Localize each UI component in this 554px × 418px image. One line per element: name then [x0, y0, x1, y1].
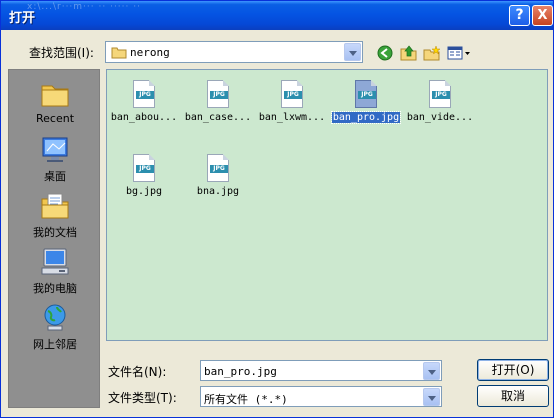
my-computer-icon	[39, 246, 71, 278]
places-bar: Recent 桌面 我的文档 我的电脑 网上邻居	[8, 69, 100, 408]
file-type-value: 所有文件 (*.*)	[204, 393, 288, 406]
help-button[interactable]: ?	[509, 5, 530, 26]
jpg-file-icon: JPG	[133, 80, 155, 108]
open-file-dialog: x:\...\r···m··· ·· ····· ·· 打开 ? X 查找范围(…	[0, 0, 554, 418]
desktop-icon	[39, 134, 71, 166]
place-my-computer[interactable]: 我的电脑	[9, 246, 101, 296]
jpg-file-icon: JPG	[281, 80, 303, 108]
jpg-file-icon: JPG	[207, 80, 229, 108]
file-item-selected[interactable]: JPG ban_pro.jpg	[329, 80, 403, 124]
file-name: bg.jpg	[125, 186, 163, 197]
chevron-down-icon[interactable]	[423, 362, 440, 380]
up-folder-icon[interactable]	[400, 45, 418, 61]
close-button[interactable]: X	[532, 5, 553, 26]
file-name-label: 文件名(N):	[108, 365, 167, 379]
file-type-dropdown[interactable]: 所有文件 (*.*)	[200, 386, 442, 407]
cancel-button[interactable]: 取消	[477, 385, 549, 407]
file-item[interactable]: JPG ban_abou...	[107, 80, 181, 123]
place-label: 桌面	[44, 170, 66, 183]
place-network[interactable]: 网上邻居	[9, 302, 101, 352]
file-type-label: 文件类型(T):	[108, 391, 177, 405]
file-name: ban_vide...	[406, 112, 474, 123]
file-name: ban_abou...	[110, 112, 178, 123]
jpg-file-icon: JPG	[133, 154, 155, 182]
file-name-field[interactable]: ban_pro.jpg	[200, 360, 442, 381]
look-in-label: 查找范围(I):	[29, 46, 94, 60]
place-label: 网上邻居	[33, 338, 77, 351]
place-label: 我的文档	[33, 226, 77, 239]
file-item[interactable]: JPG ban_vide...	[403, 80, 477, 123]
file-list[interactable]: JPG ban_abou... JPG ban_case... JPG ban_…	[106, 69, 548, 341]
jpg-file-icon: JPG	[355, 80, 377, 108]
look-in-dropdown[interactable]: nerong	[105, 41, 363, 63]
file-name: ban_case...	[184, 112, 252, 123]
file-name: bna.jpg	[196, 186, 240, 197]
place-label: Recent	[35, 112, 75, 125]
place-desktop[interactable]: 桌面	[9, 134, 101, 184]
folder-icon	[111, 47, 127, 59]
background-window-title: x:\...\r···m··· ·· ····· ··	[27, 2, 141, 12]
network-places-icon	[39, 302, 71, 334]
recent-folder-icon	[39, 78, 71, 110]
file-name-value: ban_pro.jpg	[204, 365, 277, 378]
file-item[interactable]: JPG ban_lxwm...	[255, 80, 329, 123]
file-item[interactable]: JPG bna.jpg	[181, 154, 255, 197]
my-documents-icon	[39, 190, 71, 222]
view-menu-icon[interactable]	[447, 45, 471, 61]
file-name: ban_lxwm...	[258, 112, 326, 123]
look-in-value: nerong	[130, 46, 170, 59]
back-icon[interactable]	[377, 45, 393, 61]
place-recent[interactable]: Recent	[9, 78, 101, 125]
place-my-documents[interactable]: 我的文档	[9, 190, 101, 240]
title-bar[interactable]: x:\...\r···m··· ·· ····· ·· 打开 ? X	[1, 1, 553, 30]
jpg-file-icon: JPG	[207, 154, 229, 182]
chevron-down-icon[interactable]	[344, 43, 361, 61]
jpg-file-icon: JPG	[429, 80, 451, 108]
file-item[interactable]: JPG ban_case...	[181, 80, 255, 123]
place-label: 我的电脑	[33, 282, 77, 295]
file-name: ban_pro.jpg	[330, 111, 402, 124]
new-folder-icon[interactable]	[423, 45, 441, 61]
open-button[interactable]: 打开(O)	[477, 359, 549, 381]
chevron-down-icon[interactable]	[423, 388, 440, 406]
file-item[interactable]: JPG bg.jpg	[107, 154, 181, 197]
dialog-title: 打开	[9, 11, 36, 26]
